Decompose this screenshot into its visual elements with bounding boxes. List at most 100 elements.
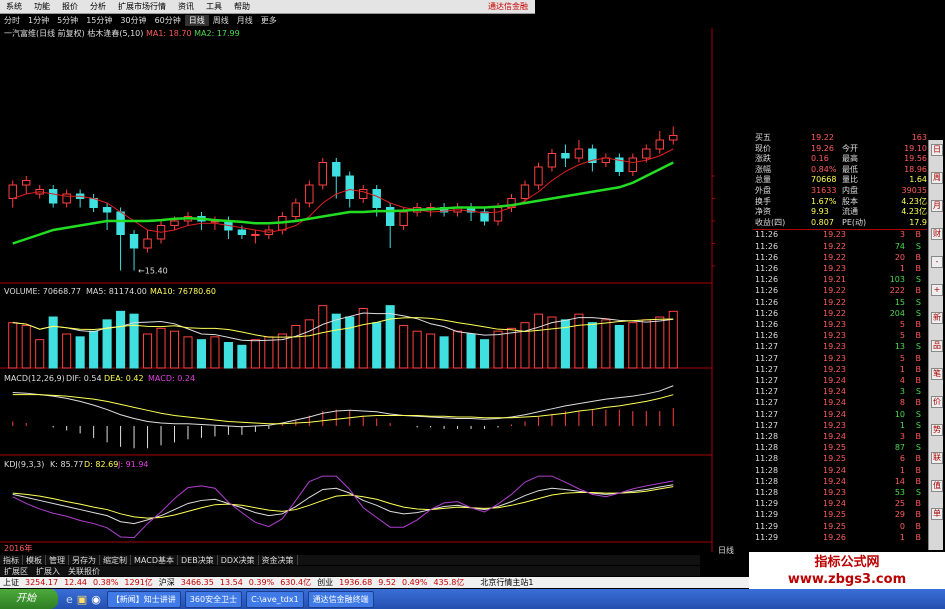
tick-time: 11:27 — [755, 398, 779, 408]
candle — [574, 148, 584, 159]
quote-label2: 最低 — [842, 164, 858, 174]
quote-label2: 内盘 — [842, 186, 858, 195]
tick-side: B — [915, 286, 922, 296]
side-tool-13[interactable]: 单 — [931, 508, 943, 520]
ticker-item-8: 0.39% — [248, 578, 275, 587]
side-tool-8[interactable]: 笔 — [931, 368, 943, 380]
volume-bar — [601, 319, 611, 369]
kdj-j: J: 91.94 — [117, 460, 149, 469]
tick-volume: 5 — [899, 320, 905, 329]
task-button-0[interactable]: 【新闻】知士讲讲 — [106, 590, 181, 608]
indicator-tab-5[interactable]: MACD基本 — [131, 555, 178, 565]
side-tool-1[interactable]: 周 — [931, 172, 943, 184]
quote-value: 0.807 — [811, 217, 834, 227]
candle — [8, 184, 17, 199]
indicator-tab-3[interactable]: 另存为 — [69, 555, 100, 565]
side-tool-0[interactable]: 日 — [931, 144, 943, 156]
tick-side: B — [915, 252, 922, 262]
tick-time: 11:28 — [755, 454, 779, 464]
tick-row: 11:27 19.24 3 S — [715, 387, 927, 396]
tick-volume: 87 — [894, 443, 905, 453]
volume-bar — [358, 308, 368, 369]
side-tool-9[interactable]: 价 — [931, 396, 943, 408]
tick-price: 19.26 — [823, 532, 846, 542]
kdj-j-line — [12, 475, 674, 539]
side-tool-12[interactable]: 值 — [931, 480, 943, 492]
tick-row: 11:29 19.25 29 B — [715, 510, 927, 519]
tick-row: 11:29 19.25 0 B — [715, 522, 927, 531]
side-tool-7[interactable]: 品 — [931, 340, 943, 352]
ticker-item-2: 12.44 — [64, 578, 87, 587]
indicator-tab-7[interactable]: DDX决策 — [218, 555, 259, 565]
tick-time: 11:27 — [755, 342, 779, 352]
side-tool-11[interactable]: 联 — [931, 452, 943, 464]
volume-bar — [520, 322, 530, 369]
side-tool-3[interactable]: 财 — [931, 228, 943, 240]
tick-price: 19.23 — [823, 342, 846, 352]
tick-row: 11:28 19.24 14 B — [715, 477, 927, 486]
tick-price: 19.22 — [823, 297, 846, 307]
tick-time: 11:27 — [755, 387, 779, 397]
tick-row: 11:27 19.23 5 B — [715, 354, 927, 363]
tick-price: 19.24 — [823, 376, 846, 385]
side-tool-6[interactable]: 新 — [931, 312, 943, 324]
tick-time: 11:27 — [755, 409, 779, 419]
kdj-d: D: 82.69 — [84, 460, 118, 469]
media-icon[interactable]: ◉ — [91, 593, 101, 606]
tick-price: 19.23 — [823, 420, 846, 430]
side-tool-4[interactable]: - — [931, 256, 943, 268]
candle — [669, 135, 678, 141]
tick-time: 11:26 — [755, 252, 779, 262]
ext-tab-2[interactable]: 关联报价 — [64, 566, 104, 576]
volume-label: VOLUME: 70668.77 — [4, 287, 81, 296]
quote-value: 1.67% — [811, 196, 837, 206]
task-button-1[interactable]: 360安全卫士 — [184, 590, 243, 608]
indicator-tab-0[interactable]: 指标 — [0, 555, 23, 565]
side-tool-2[interactable]: 月 — [931, 200, 943, 212]
quote-row: 现价 19.26 今开 19.10 — [715, 144, 927, 153]
tick-side: B — [915, 353, 922, 363]
tick-volume: 1 — [899, 532, 905, 542]
volume-bar — [35, 339, 45, 369]
tick-price: 19.25 — [823, 454, 846, 464]
year-label: 2016年 — [4, 543, 32, 553]
tick-side: B — [915, 476, 922, 486]
tick-time: 11:29 — [755, 532, 779, 542]
task-button-2[interactable]: C:\ave_tdx1 — [246, 590, 304, 608]
ext-tab-0[interactable]: 扩展区 — [0, 566, 32, 576]
taskbar: 开始 e ▣ ◉ 【新闻】知士讲讲 360安全卫士 C:\ave_tdx1 通达信金融… — [0, 589, 945, 609]
indicator-tab-4[interactable]: 缩定制 — [100, 555, 131, 565]
side-tool-5[interactable]: + — [931, 284, 943, 296]
tick-volume: 6 — [899, 454, 905, 464]
start-button[interactable]: 开始 — [0, 589, 58, 609]
indicator-tab-2[interactable]: 管理 — [46, 555, 69, 565]
folder-icon[interactable]: ▣ — [77, 593, 87, 606]
right-period-tab[interactable]: 日线 — [718, 545, 734, 556]
tick-row: 11:27 19.24 8 B — [715, 398, 927, 407]
task-button-3[interactable]: 通达信金融终端 — [307, 590, 374, 608]
volume-bar — [574, 313, 584, 369]
ie-icon[interactable]: e — [66, 593, 73, 606]
tick-volume: 3 — [899, 230, 905, 240]
ticker-item-5: 沪深 — [158, 578, 175, 587]
side-tool-10[interactable]: 势 — [931, 424, 943, 436]
tick-volume: 13 — [894, 342, 905, 352]
ext-tab-1[interactable]: 扩展入 — [32, 566, 64, 576]
tick-volume: 15 — [894, 297, 905, 307]
quote-value2: 4.23亿 — [901, 207, 927, 217]
indicator-tab-8[interactable]: 资金决策 — [259, 555, 298, 565]
tick-volume: 53 — [894, 488, 905, 497]
kdj-label: KDJ(9,3,3) — [4, 460, 44, 469]
candle — [547, 153, 557, 168]
tick-price: 19.23 — [823, 488, 846, 497]
tick-side: B — [915, 398, 922, 408]
kline-chart[interactable]: 17.5017.0016.5016.0015.50←15.40VOLUME: 7… — [0, 0, 715, 555]
indicator-tab-1[interactable]: 模板 — [23, 555, 46, 565]
tick-volume: 204 — [889, 308, 905, 318]
indicator-tab-6[interactable]: DEB决策 — [178, 555, 218, 565]
tick-price: 19.25 — [823, 443, 846, 453]
ticker-item-7: 13.54 — [219, 578, 243, 587]
volume-bar — [318, 305, 328, 369]
volume-bar — [533, 313, 544, 369]
quote-row: 外盘 31633 内盘 39035 — [715, 186, 927, 195]
